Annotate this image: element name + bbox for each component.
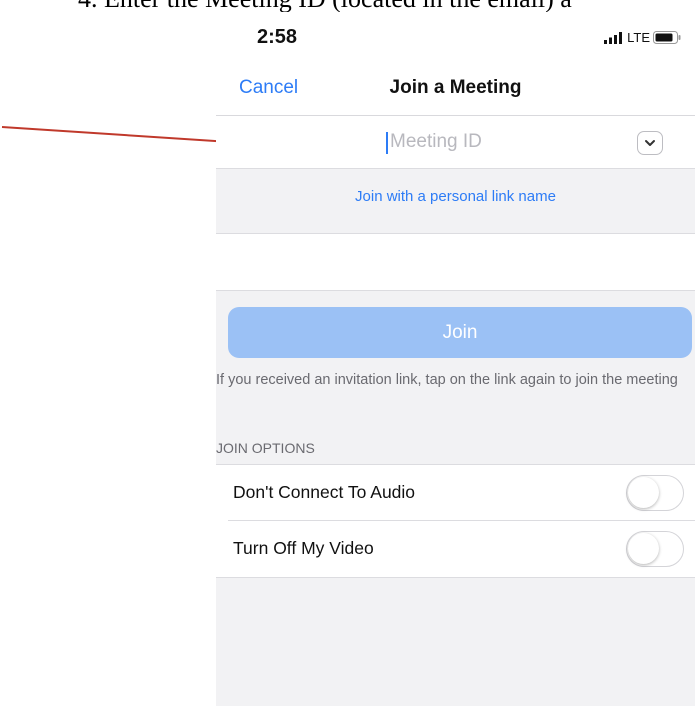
meeting-id-input[interactable] bbox=[390, 126, 610, 158]
join-options-title: JOIN OPTIONS bbox=[216, 440, 315, 456]
audio-toggle[interactable] bbox=[626, 475, 684, 511]
join-options-list: Don't Connect To Audio Turn Off My Video bbox=[216, 464, 695, 578]
signal-icon bbox=[604, 31, 623, 44]
blank-section bbox=[216, 233, 695, 291]
navigation-bar: Cancel Join a Meeting bbox=[216, 62, 695, 116]
option-dont-connect-audio: Don't Connect To Audio bbox=[216, 465, 695, 521]
video-toggle[interactable] bbox=[626, 531, 684, 567]
page-title: Join a Meeting bbox=[389, 77, 522, 98]
option-turn-off-video: Turn Off My Video bbox=[216, 521, 695, 577]
status-indicators: LTE bbox=[604, 30, 681, 45]
text-cursor bbox=[386, 132, 388, 154]
toggle-knob bbox=[628, 533, 659, 564]
meeting-history-dropdown-button[interactable] bbox=[637, 131, 663, 155]
invitation-help-text: If you received an invitation link, tap … bbox=[216, 372, 678, 388]
join-button[interactable]: Join bbox=[228, 307, 692, 358]
network-label: LTE bbox=[627, 30, 650, 45]
phone-screen: 2:58 LTE Cancel Join a Meeting Meeting I… bbox=[216, 12, 695, 706]
meeting-id-row bbox=[216, 116, 695, 169]
option-label: Don't Connect To Audio bbox=[233, 482, 416, 502]
battery-icon bbox=[653, 31, 681, 44]
toggle-knob bbox=[628, 477, 659, 508]
status-bar: 2:58 LTE bbox=[216, 12, 695, 62]
status-time: 2:58 bbox=[257, 26, 298, 48]
personal-link-name-link[interactable]: Join with a personal link name bbox=[216, 188, 695, 205]
option-label: Turn Off My Video bbox=[233, 538, 374, 558]
chevron-down-icon bbox=[645, 140, 655, 146]
